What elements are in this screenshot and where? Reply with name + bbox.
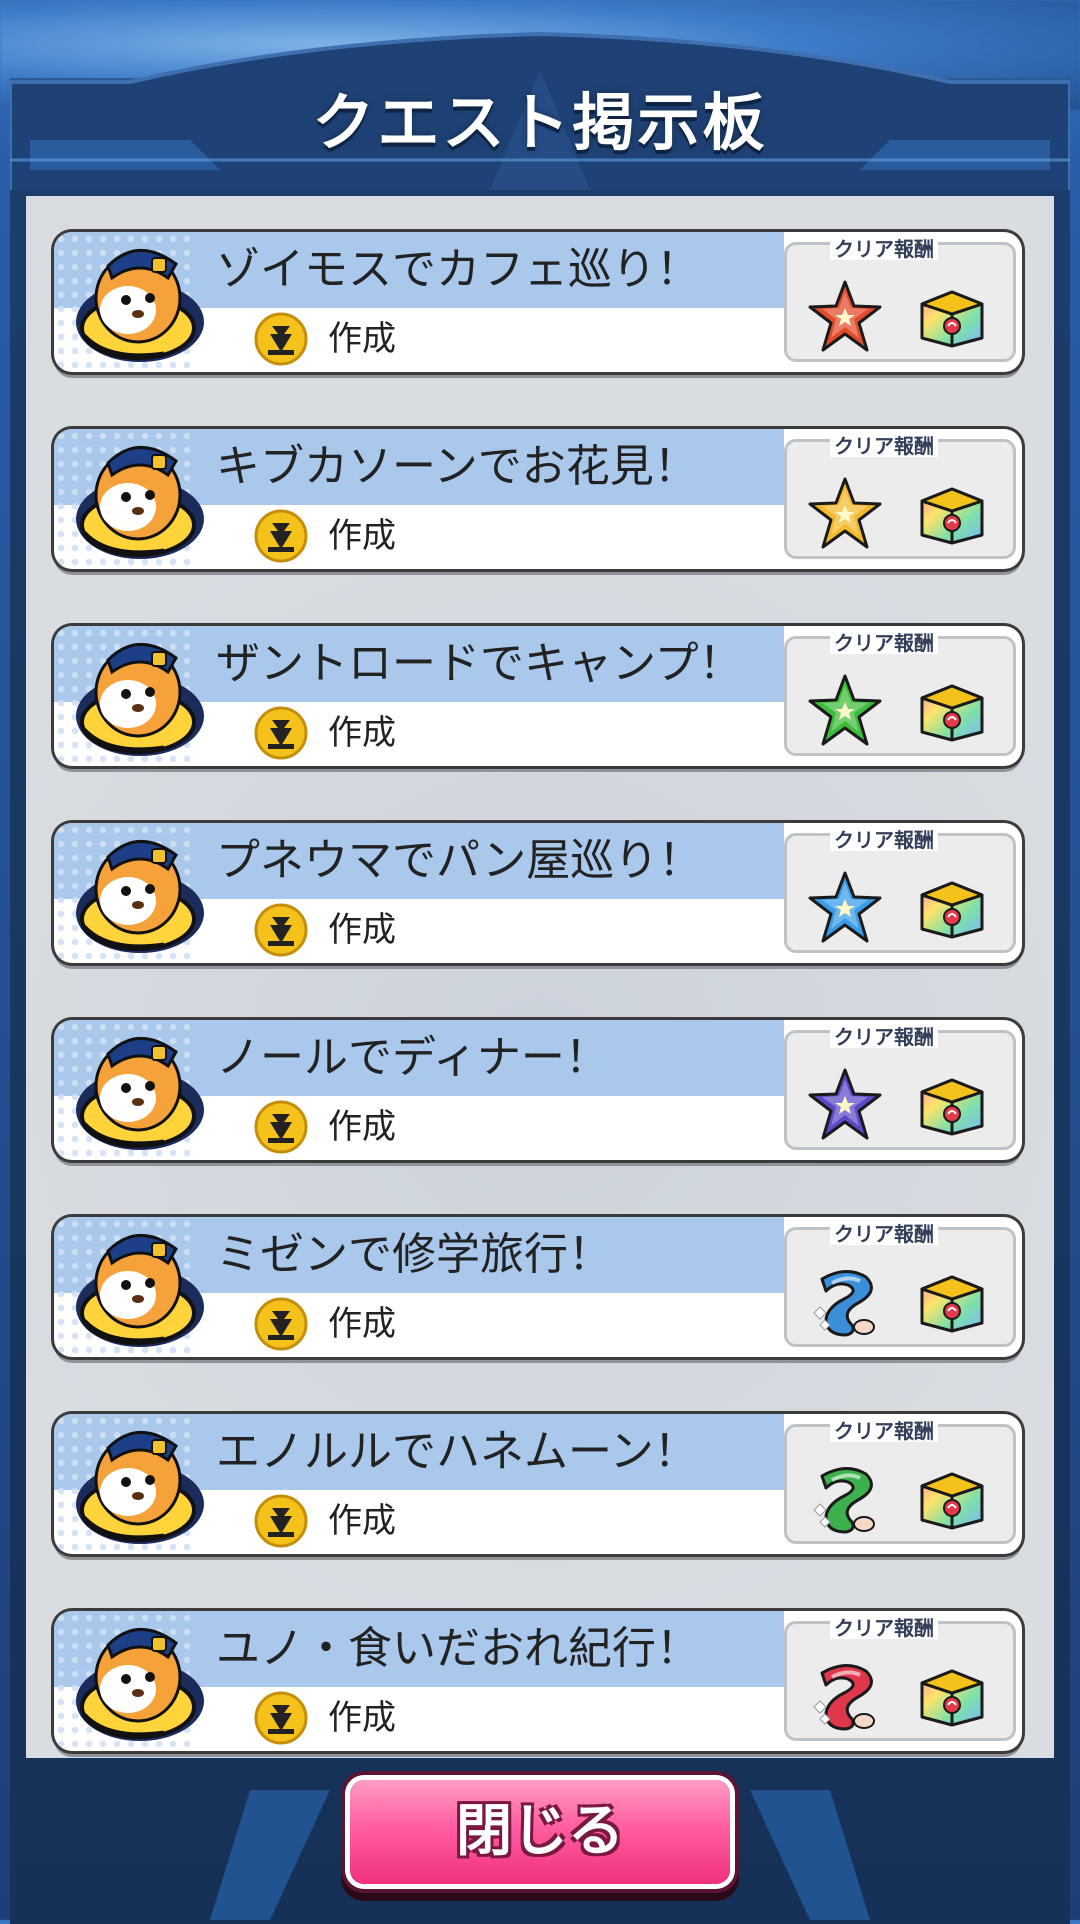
create-label: 作成	[328, 516, 396, 556]
clear-reward-label: クリア報酬	[830, 238, 938, 260]
close-button[interactable]: 閉じる	[350, 1780, 730, 1884]
star-blue-icon	[808, 871, 882, 943]
create-label: 作成	[328, 713, 396, 753]
scroll-green-icon	[813, 1467, 875, 1534]
gold-coin-icon	[254, 903, 308, 957]
treasure-chest-icon	[920, 290, 984, 348]
star-green-icon	[808, 674, 882, 746]
gold-coin-icon	[254, 312, 308, 366]
gold-coin-icon	[254, 1100, 308, 1154]
quest-title: ゾイモスでカフェ巡り！	[216, 244, 700, 295]
quest-card[interactable]: ユノ・食いだおれ紀行！ 作成 クリア報酬	[54, 1611, 1022, 1751]
clear-reward-box: クリア報酬	[784, 829, 1016, 953]
clear-reward-box: クリア報酬	[784, 1223, 1016, 1347]
gold-coin-icon	[254, 1494, 308, 1548]
treasure-chest-icon	[920, 684, 984, 742]
mascot-avatar-icon	[76, 1431, 204, 1544]
quest-title: ユノ・食いだおれ紀行！	[216, 1623, 700, 1674]
star-red-icon	[808, 280, 882, 352]
clear-reward-box: クリア報酬	[784, 238, 1016, 362]
quest-title: ザントロードでキャンプ！	[216, 638, 743, 689]
star-yellow-icon	[808, 477, 882, 549]
quest-title: プネウマでパン屋巡り！	[216, 835, 703, 886]
quest-card[interactable]: ノールでディナー！ 作成 クリア報酬	[54, 1020, 1022, 1160]
quest-card[interactable]: プネウマでパン屋巡り！ 作成 クリア報酬	[54, 823, 1022, 963]
quest-title: ミゼンで修学旅行！	[216, 1229, 612, 1280]
create-label: 作成	[328, 1501, 396, 1541]
create-label: 作成	[328, 1304, 396, 1344]
page-title: クエスト掲示板	[312, 86, 768, 159]
quest-card[interactable]: ミゼンで修学旅行！ 作成 クリア報酬	[54, 1217, 1022, 1357]
quest-title: ノールでディナー！	[216, 1032, 609, 1083]
quest-title: キブカソーンでお花見！	[216, 441, 698, 492]
gold-coin-icon	[254, 509, 308, 563]
close-button-wrap: 閉じる	[350, 1780, 730, 1884]
clear-reward-label: クリア報酬	[830, 1617, 938, 1639]
mascot-avatar-icon	[76, 1037, 204, 1150]
treasure-chest-icon	[920, 1472, 984, 1530]
clear-reward-label: クリア報酬	[830, 435, 938, 457]
gold-coin-icon	[254, 706, 308, 760]
star-purple-icon	[808, 1068, 882, 1140]
create-label: 作成	[328, 1698, 396, 1738]
mascot-avatar-icon	[76, 840, 204, 953]
gold-coin-icon	[254, 1297, 308, 1351]
clear-reward-label: クリア報酬	[830, 632, 938, 654]
clear-reward-box: クリア報酬	[784, 1420, 1016, 1544]
quest-card[interactable]: ザントロードでキャンプ！ 作成 クリア報酬	[54, 626, 1022, 766]
quest-title: エノルルでハネムーン！	[216, 1426, 698, 1477]
close-button-label: 閉じる	[456, 1799, 624, 1864]
create-label: 作成	[328, 1107, 396, 1147]
clear-reward-box: クリア報酬	[784, 1617, 1016, 1741]
create-label: 作成	[328, 910, 396, 950]
clear-reward-label: クリア報酬	[830, 1420, 938, 1442]
treasure-chest-icon	[920, 487, 984, 545]
clear-reward-label: クリア報酬	[830, 829, 938, 851]
clear-reward-label: クリア報酬	[830, 1026, 938, 1048]
treasure-chest-icon	[920, 1275, 984, 1333]
treasure-chest-icon	[920, 1669, 984, 1727]
scroll-blue-icon	[813, 1270, 875, 1337]
clear-reward-box: クリア報酬	[784, 435, 1016, 559]
create-label: 作成	[328, 319, 396, 359]
clear-reward-box: クリア報酬	[784, 632, 1016, 756]
mascot-avatar-icon	[76, 643, 204, 756]
mascot-avatar-icon	[76, 249, 204, 362]
quest-card[interactable]: エノルルでハネムーン！ 作成 クリア報酬	[54, 1414, 1022, 1554]
treasure-chest-icon	[920, 1078, 984, 1136]
quest-board: ゾイモスでカフェ巡り！ 作成 クリア報酬 キブカソーンでお花見！ 作成 クリア報酬 ザントロ…	[26, 196, 1054, 1758]
gold-coin-icon	[254, 1691, 308, 1745]
clear-reward-box: クリア報酬	[784, 1026, 1016, 1150]
clear-reward-label: クリア報酬	[830, 1223, 938, 1245]
treasure-chest-icon	[920, 881, 984, 939]
mascot-avatar-icon	[76, 1234, 204, 1347]
mascot-avatar-icon	[76, 1628, 204, 1741]
mascot-avatar-icon	[76, 446, 204, 559]
scroll-red-icon	[813, 1664, 875, 1731]
quest-card[interactable]: ゾイモスでカフェ巡り！ 作成 クリア報酬	[54, 232, 1022, 372]
quest-card[interactable]: キブカソーンでお花見！ 作成 クリア報酬	[54, 429, 1022, 569]
